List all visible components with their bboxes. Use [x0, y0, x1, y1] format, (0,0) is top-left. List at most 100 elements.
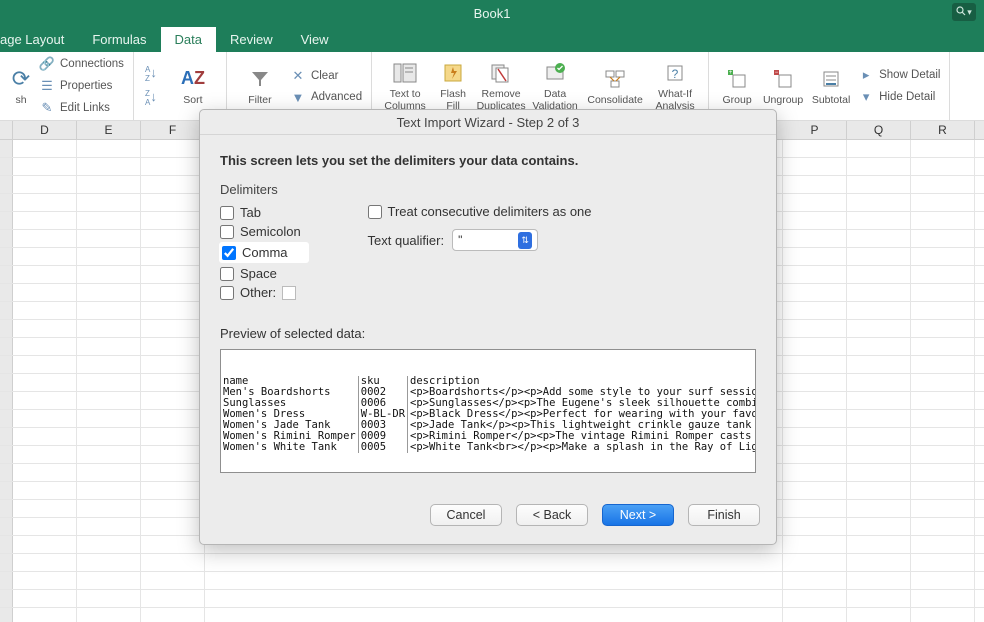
dialog-title: Text Import Wizard - Step 2 of 3	[200, 110, 776, 135]
subtotal-button[interactable]: Subtotal	[807, 55, 855, 117]
sort-icon: AZ	[181, 65, 205, 93]
subtotal-icon	[821, 65, 841, 93]
text-qualifier-label: Text qualifier:	[368, 233, 445, 248]
preview-box: nameskudescriptionMen's Boardshorts0002<…	[220, 349, 756, 473]
edit-links-button[interactable]: ✎Edit Links	[36, 99, 127, 117]
col-P[interactable]: P	[783, 121, 847, 139]
text-qualifier-value: "	[458, 233, 462, 247]
tab-view[interactable]: View	[287, 27, 343, 52]
col-R[interactable]: R	[911, 121, 975, 139]
detail-buttons: ▸ Show Detail ▾Hide Detail	[855, 66, 943, 106]
delimiter-tab-checkbox[interactable]	[220, 206, 234, 220]
dialog-footer: Cancel < Back Next > Finish	[200, 498, 776, 544]
window-titlebar: Book1 ▾	[0, 0, 984, 26]
sort-quick: AZ↓ ZA↓	[140, 64, 162, 108]
delimiter-comma-row[interactable]: Comma	[220, 243, 308, 262]
tab-formulas[interactable]: Formulas	[78, 27, 160, 52]
properties-label: Properties	[60, 80, 112, 92]
treat-consecutive-checkbox[interactable]	[368, 205, 382, 219]
next-button[interactable]: Next >	[602, 504, 674, 526]
properties-button[interactable]: ☰ Properties	[36, 77, 127, 95]
search-icon	[956, 6, 966, 19]
text-to-columns-button[interactable]: Text to Columns	[378, 55, 432, 117]
delimiter-comma-label: Comma	[242, 245, 288, 260]
sort-desc-button[interactable]: ZA↓	[140, 88, 162, 108]
delimiter-comma-checkbox[interactable]	[222, 246, 236, 260]
delimiter-space-row[interactable]: Space	[220, 266, 308, 281]
cancel-button[interactable]: Cancel	[430, 504, 502, 526]
text-qualifier-select[interactable]: " ⇅	[452, 229, 538, 251]
col-D[interactable]: D	[13, 121, 77, 139]
group-button[interactable]: + Group	[715, 55, 759, 117]
delimiter-space-checkbox[interactable]	[220, 267, 234, 281]
filter-icon	[250, 65, 270, 93]
connections-list: 🔗 Connections ☰ Properties ✎Edit Links	[36, 55, 127, 117]
show-detail-button[interactable]: ▸ Show Detail	[855, 66, 943, 84]
delimiter-other-row[interactable]: Other:	[220, 285, 308, 300]
connections-button[interactable]: 🔗 Connections	[36, 55, 127, 73]
hide-detail-label: Hide Detail	[879, 91, 935, 103]
delimiter-tab-row[interactable]: Tab	[220, 205, 308, 220]
clear-icon: ✕	[290, 68, 306, 84]
advanced-icon: ▼	[290, 90, 306, 105]
delimiter-other-input[interactable]	[282, 286, 296, 300]
treat-consecutive-row[interactable]: Treat consecutive delimiters as one	[368, 204, 592, 219]
flash-fill-button[interactable]: Flash Fill	[432, 55, 474, 117]
back-button[interactable]: < Back	[516, 504, 588, 526]
filter-extra: ✕Clear ▼ Advanced	[287, 67, 365, 106]
properties-icon: ☰	[39, 78, 55, 94]
connections-label: Connections	[60, 58, 124, 70]
connections-icon: 🔗	[39, 56, 55, 72]
group-icon: +	[727, 65, 747, 93]
tab-page-layout[interactable]: age Layout	[0, 27, 78, 52]
show-detail-icon: ▸	[858, 67, 874, 83]
advanced-label: Advanced	[311, 91, 362, 103]
sort-button[interactable]: AZ Sort	[166, 55, 220, 117]
delimiter-semicolon-row[interactable]: Semicolon	[220, 224, 308, 239]
clear-filter-button[interactable]: ✕Clear	[287, 67, 365, 85]
show-detail-label: Show Detail	[879, 69, 940, 81]
hide-detail-button[interactable]: ▾Hide Detail	[855, 88, 943, 106]
refresh-label: sh	[15, 95, 26, 107]
group-label: Group	[723, 95, 752, 107]
filter-button[interactable]: Filter	[233, 55, 287, 117]
preview-label: Preview of selected data:	[220, 326, 756, 341]
sort-label: Sort	[183, 95, 202, 107]
help-search-chevron: ▾	[967, 7, 972, 18]
data-validation-icon	[545, 59, 565, 87]
dialog-body: This screen lets you set the delimiters …	[200, 135, 776, 498]
col-Q[interactable]: Q	[847, 121, 911, 139]
what-if-icon: ?	[665, 59, 685, 87]
delimiter-tab-label: Tab	[240, 205, 261, 220]
what-if-button[interactable]: ? What-If Analysis	[648, 55, 702, 117]
remove-duplicates-button[interactable]: Remove Duplicates	[474, 55, 528, 117]
data-validation-button[interactable]: Data Validation	[528, 55, 582, 117]
sort-asc-icon: AZ↓	[143, 65, 159, 83]
ungroup-label: Ungroup	[763, 95, 803, 107]
text-to-columns-icon	[393, 59, 417, 87]
delimiters-label: Delimiters	[220, 182, 308, 197]
delimiter-other-label: Other:	[240, 285, 276, 300]
col-F[interactable]: F	[141, 121, 205, 139]
delimiters-group: Delimiters Tab Semicolon Comma Space	[220, 182, 308, 300]
help-search-button[interactable]: ▾	[952, 3, 976, 21]
consolidate-button[interactable]: Consolidate	[582, 55, 648, 117]
filter-label: Filter	[248, 95, 271, 107]
col-E[interactable]: E	[77, 121, 141, 139]
tab-data[interactable]: Data	[161, 27, 216, 52]
sort-desc-icon: ZA↓	[143, 89, 159, 107]
corner-header[interactable]	[0, 121, 13, 139]
tab-review[interactable]: Review	[216, 27, 287, 52]
delimiter-other-checkbox[interactable]	[220, 286, 234, 300]
chevron-updown-icon: ⇅	[518, 232, 532, 249]
ungroup-button[interactable]: − Ungroup	[759, 55, 807, 117]
edit-links-icon: ✎	[39, 100, 55, 116]
delimiter-semicolon-checkbox[interactable]	[220, 225, 234, 239]
finish-button[interactable]: Finish	[688, 504, 760, 526]
refresh-all-button[interactable]: ⟳ sh	[6, 55, 36, 117]
svg-text:?: ?	[672, 67, 679, 81]
consolidate-label: Consolidate	[587, 95, 642, 107]
sort-asc-button[interactable]: AZ↓	[140, 64, 162, 84]
advanced-filter-button[interactable]: ▼ Advanced	[287, 89, 365, 106]
window-title: Book1	[474, 6, 511, 21]
